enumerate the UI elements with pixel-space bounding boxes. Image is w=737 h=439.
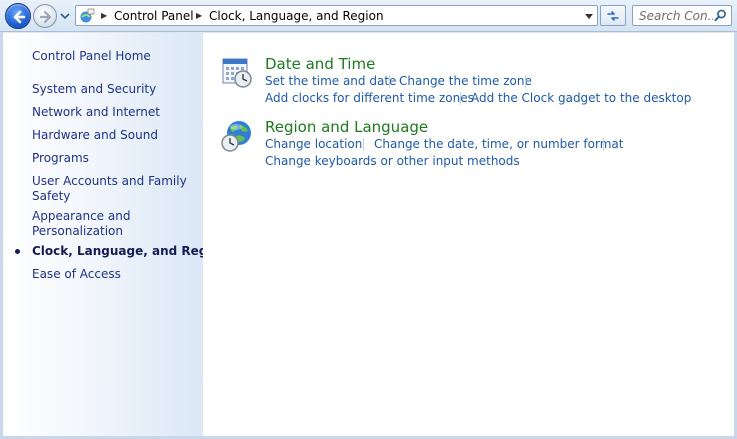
task-separator [460,92,461,105]
task-change-keyboards[interactable]: Change keyboards or other input methods [265,154,520,169]
breadcrumb-current[interactable]: Clock, Language, and Region [209,8,384,24]
control-panel-icon [80,8,95,23]
recent-pages-chevron-icon[interactable] [60,12,70,20]
main-content-pane: Date and Time Set the time and date Chan… [203,33,734,436]
address-bar: ▶ Control Panel ▶ Clock, Language, and R… [0,0,737,32]
breadcrumb-separator-icon[interactable]: ▶ [101,10,109,22]
nav-user-accounts-line2[interactable]: Safety [32,189,70,204]
nav-appearance-line1[interactable]: Appearance and [32,209,130,224]
nav-network-and-internet[interactable]: Network and Internet [32,105,160,120]
address-box[interactable]: ▶ Control Panel ▶ Clock, Language, and R… [75,5,598,26]
nav-system-and-security[interactable]: System and Security [32,82,156,97]
forward-button[interactable] [33,4,57,28]
task-change-time-zone[interactable]: Change the time zone [399,74,532,89]
nav-user-accounts-line1[interactable]: User Accounts and Family [32,174,187,189]
current-item-bullet [15,249,20,254]
nav-hardware-and-sound[interactable]: Hardware and Sound [32,128,158,143]
task-change-location[interactable]: Change location [265,137,362,152]
task-separator [603,138,604,151]
task-set-time-and-date[interactable]: Set the time and date [265,74,396,89]
calendar-clock-icon[interactable] [220,55,254,89]
search-box [632,5,732,26]
category-date-and-time[interactable]: Date and Time [265,55,375,73]
nav-clock-language-region: Clock, Language, and Region [32,244,229,258]
task-add-clock-gadget[interactable]: Add the Clock gadget to the desktop [471,91,691,106]
breadcrumb-separator-icon[interactable]: ▶ [196,10,204,22]
task-add-clocks[interactable]: Add clocks for different time zones [265,91,474,106]
search-icon[interactable] [714,9,727,22]
task-separator [363,138,364,151]
refresh-icon [607,11,619,21]
globe-clock-icon[interactable] [220,119,254,153]
task-separator [525,75,526,88]
search-input[interactable] [633,6,713,25]
nav-control-panel-home[interactable]: Control Panel Home [32,49,151,64]
back-button[interactable] [5,3,31,29]
arrow-left-icon [13,10,26,24]
arrow-right-icon [39,10,52,24]
address-dropdown-icon[interactable] [584,12,594,20]
left-navigation-pane: Control Panel Home System and Security N… [3,33,228,436]
category-region-and-language[interactable]: Region and Language [265,118,428,136]
nav-ease-of-access[interactable]: Ease of Access [32,267,121,282]
refresh-button[interactable] [600,5,626,26]
task-change-format[interactable]: Change the date, time, or number format [374,137,623,152]
breadcrumb-control-panel[interactable]: Control Panel [114,8,194,24]
task-separator [389,75,390,88]
nav-appearance-line2[interactable]: Personalization [32,224,123,239]
nav-programs[interactable]: Programs [32,151,89,166]
